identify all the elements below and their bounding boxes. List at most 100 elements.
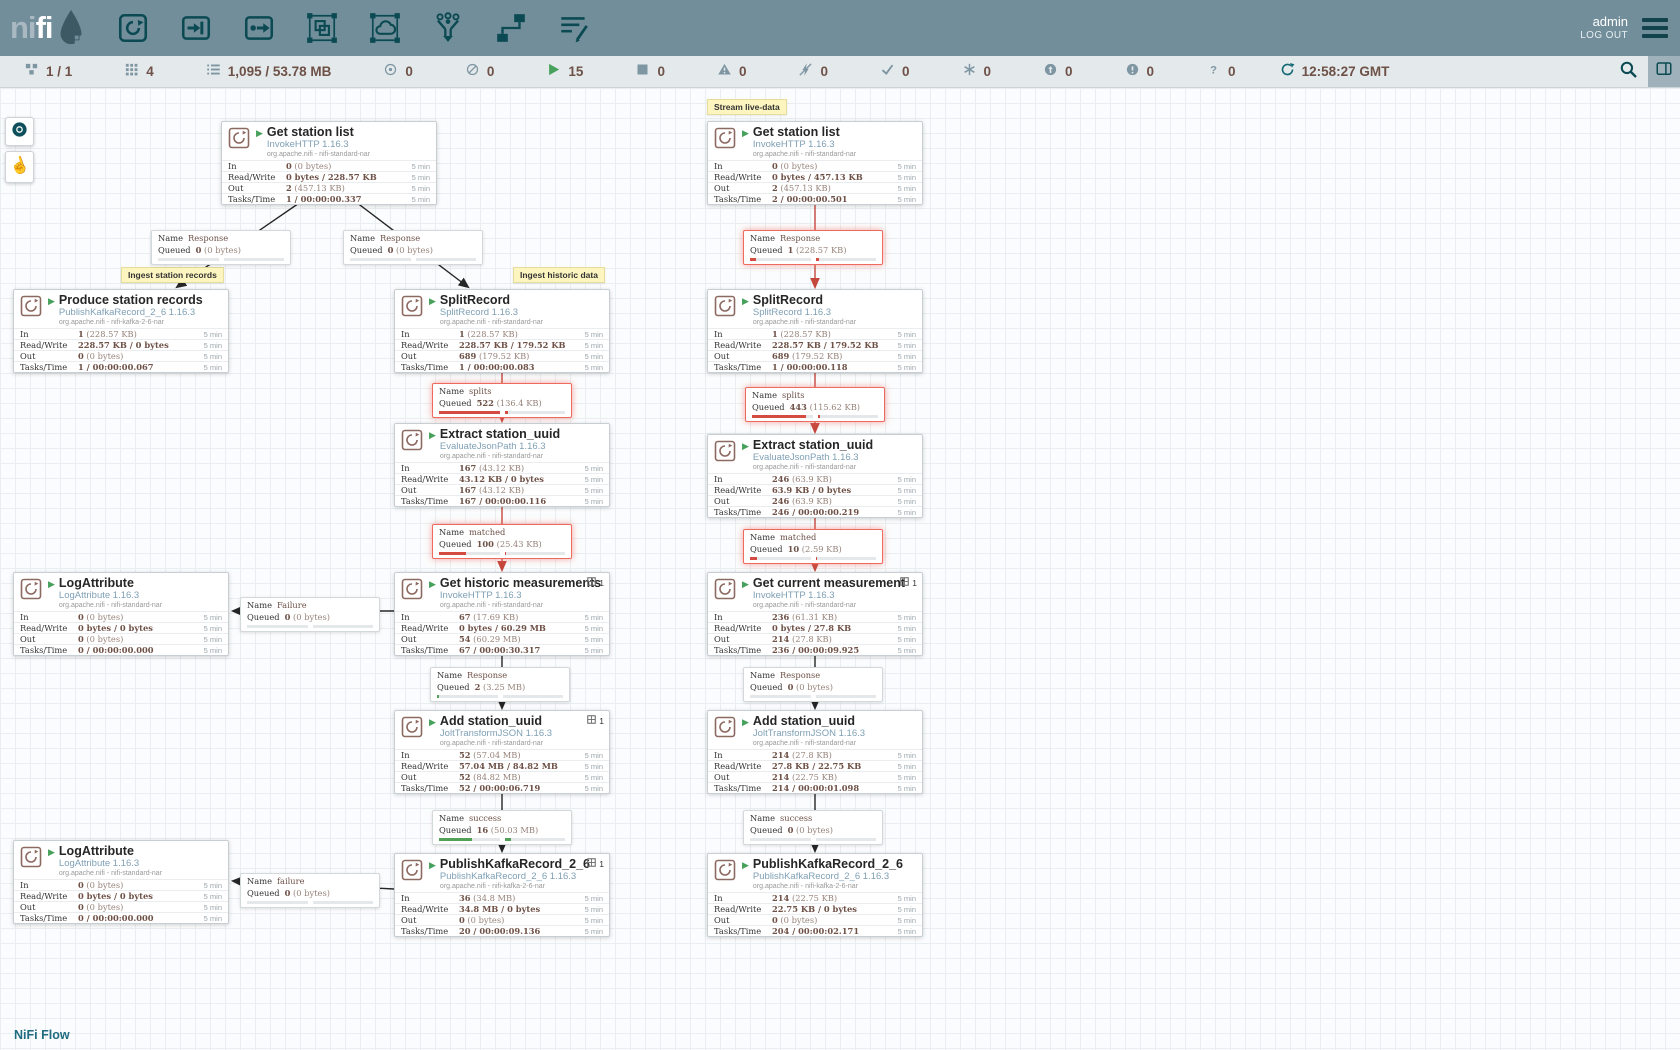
processor-extract-station-uuid[interactable]: ▶ Extract station_uuid EvaluateJsonPath … xyxy=(707,434,923,518)
funnel-tool-icon[interactable] xyxy=(431,11,465,45)
stat-row-out: Out 214 (22.75 KB) 5 min xyxy=(708,771,922,782)
connection-failure-12[interactable]: Namefailure Queued0 (0 bytes) xyxy=(240,873,380,908)
processor-publishkafkarecord-2-6[interactable]: ▶ PublishKafkaRecord_2_6 PublishKafkaRec… xyxy=(394,853,610,937)
processor-add-station-uuid[interactable]: ▶ Add station_uuid JoltTransformJSON 1.1… xyxy=(394,710,610,794)
status-up-to-date: 0 xyxy=(880,62,910,82)
processor-extract-station-uuid[interactable]: ▶ Extract station_uuid EvaluateJsonPath … xyxy=(394,423,610,507)
connection-matched-6[interactable]: Namematched Queued10 (2.59 KB) xyxy=(743,529,883,564)
processor-name: Extract station_uuid xyxy=(440,428,560,441)
stat-row-read-write: Read/Write 57.04 MB / 84.82 MB 5 min xyxy=(395,760,609,771)
status-locally-modified-stale: 0 xyxy=(1125,62,1155,82)
stat-row-tasks-time: Tasks/Time 1 / 00:00:00.067 5 min xyxy=(14,361,228,372)
processor-publishkafkarecord-2-6[interactable]: ▶ PublishKafkaRecord_2_6 PublishKafkaRec… xyxy=(707,853,923,937)
stat-row-read-write: Read/Write 228.57 KB / 179.52 KB 5 min xyxy=(708,339,922,350)
processor-produce-station-records[interactable]: ▶ Produce station records PublishKafkaRe… xyxy=(13,289,229,373)
output-port-tool-icon[interactable] xyxy=(242,11,276,45)
queue-progress xyxy=(744,693,882,701)
stat-row-read-write: Read/Write 0 bytes / 27.8 KB 5 min xyxy=(708,622,922,633)
stat-row-read-write: Read/Write 228.57 KB / 0 bytes 5 min xyxy=(14,339,228,350)
logo-text-fi: fi xyxy=(36,10,53,46)
processor-get-station-list[interactable]: ▶ Get station list InvokeHTTP 1.16.3 org… xyxy=(221,121,437,205)
operate-hand-button[interactable]: ☝ xyxy=(5,151,34,183)
stat-row-tasks-time: Tasks/Time 214 / 00:00:01.098 5 min xyxy=(708,782,922,793)
processor-logattribute[interactable]: ▶ LogAttribute LogAttribute 1.16.3 org.a… xyxy=(13,840,229,924)
processor-name: Get current measurement xyxy=(753,577,905,590)
stat-row-out: Out 0 (0 bytes) 5 min xyxy=(14,901,228,912)
processor-get-station-list[interactable]: ▶ Get station list InvokeHTTP 1.16.3 org… xyxy=(707,121,923,205)
connection-success-10[interactable]: Namesuccess Queued16 (50.03 MB) xyxy=(432,810,572,845)
stat-row-read-write: Read/Write 43.12 KB / 0 bytes 5 min xyxy=(395,473,609,484)
processor-type-icon xyxy=(713,439,737,463)
running-status-icon: ▶ xyxy=(48,297,55,324)
stat-row-out: Out 0 (0 bytes) 5 min xyxy=(395,914,609,925)
template-tool-icon[interactable] xyxy=(494,11,528,45)
connection-success-11[interactable]: Namesuccess Queued0 (0 bytes) xyxy=(743,810,883,845)
processor-add-station-uuid[interactable]: ▶ Add station_uuid JoltTransformJSON 1.1… xyxy=(707,710,923,794)
connection-splits-4[interactable]: Namesplits Queued443 (115.62 KB) xyxy=(745,387,885,422)
stat-row-in: In 0 (0 bytes) 5 min xyxy=(14,879,228,890)
processor-type: LogAttribute 1.16.3 xyxy=(59,859,162,869)
processor-logattribute[interactable]: ▶ LogAttribute LogAttribute 1.16.3 org.a… xyxy=(13,572,229,656)
label-tool-icon[interactable] xyxy=(557,11,591,45)
cluster-icon xyxy=(24,62,39,82)
navigate-palette-button[interactable] xyxy=(5,117,34,146)
input-port-tool-icon[interactable] xyxy=(179,11,213,45)
queue-progress xyxy=(744,256,882,264)
processor-type: InvokeHTTP 1.16.3 xyxy=(753,591,905,601)
processor-get-historic-measurements[interactable]: ▶ Get historic measurements InvokeHTTP 1… xyxy=(394,572,610,656)
connection-matched-5[interactable]: Namematched Queued100 (25.43 KB) xyxy=(432,524,572,559)
current-user: admin xyxy=(1580,14,1628,30)
sync-failure-icon: ? xyxy=(1206,62,1221,82)
processor-bundle: org.apache.nifi - nifi-kafka-2-6-nar xyxy=(753,883,903,890)
active-threads-badge: 1 xyxy=(587,577,604,588)
running-status-icon: ▶ xyxy=(429,718,436,745)
connection-response-8[interactable]: NameResponse Queued2 (3.25 MB) xyxy=(430,667,570,702)
settings-panel-button[interactable] xyxy=(1648,56,1680,87)
running-status-icon: ▶ xyxy=(742,129,749,156)
connection-response-1[interactable]: NameResponse Queued0 (0 bytes) xyxy=(343,230,483,265)
connection-splits-3[interactable]: Namesplits Queued522 (136.4 KB) xyxy=(432,383,572,418)
logout-link[interactable]: LOG OUT xyxy=(1580,30,1628,43)
processor-splitrecord[interactable]: ▶ SplitRecord SplitRecord 1.16.3 org.apa… xyxy=(394,289,610,373)
connection-response-9[interactable]: NameResponse Queued0 (0 bytes) xyxy=(743,667,883,702)
flow-canvas[interactable]: ☝ NiFi Flow Stream live-data Ingest stati… xyxy=(0,88,1680,1050)
processor-splitrecord[interactable]: ▶ SplitRecord SplitRecord 1.16.3 org.apa… xyxy=(707,289,923,373)
nifi-droplet-icon xyxy=(56,9,86,47)
search-button[interactable] xyxy=(1608,56,1648,87)
processor-type: SplitRecord 1.16.3 xyxy=(440,308,543,318)
invalid-icon xyxy=(717,62,732,82)
processor-name: SplitRecord xyxy=(440,294,543,307)
status-stale: 0 xyxy=(1043,62,1073,82)
refresh-icon[interactable] xyxy=(1280,62,1295,82)
connection-response-2[interactable]: NameResponse Queued1 (228.57 KB) xyxy=(743,230,883,265)
connection-failure-7[interactable]: NameFailure Queued0 (0 bytes) xyxy=(240,597,380,632)
processor-get-current-measurement[interactable]: ▶ Get current measurement InvokeHTTP 1.1… xyxy=(707,572,923,656)
global-menu-button[interactable] xyxy=(1642,18,1668,38)
connection-response-0[interactable]: NameResponse Queued0 (0 bytes) xyxy=(151,230,291,265)
processor-name: LogAttribute xyxy=(59,845,162,858)
process-group-tool-icon[interactable] xyxy=(305,11,339,45)
stat-row-tasks-time: Tasks/Time 67 / 00:00:30.317 5 min xyxy=(395,644,609,655)
processor-type: PublishKafkaRecord_2_6 1.16.3 xyxy=(440,872,590,882)
processor-bundle: org.apache.nifi - nifi-standard-nar xyxy=(59,870,162,877)
stat-row-read-write: Read/Write 0 bytes / 60.29 MB 5 min xyxy=(395,622,609,633)
threads-icon xyxy=(587,577,596,588)
status-not-transmitting: 0 xyxy=(465,62,495,82)
status-bar: 1 / 141,095 / 53.78 MB00150000000?0 12:5… xyxy=(0,56,1680,88)
stat-row-in: In 1 (228.57 KB) 5 min xyxy=(708,328,922,339)
stat-row-tasks-time: Tasks/Time 52 / 00:00:06.719 5 min xyxy=(395,782,609,793)
processor-tool-icon[interactable] xyxy=(116,11,150,45)
stat-row-read-write: Read/Write 27.8 KB / 22.75 KB 5 min xyxy=(708,760,922,771)
stat-row-out: Out 689 (179.52 KB) 5 min xyxy=(395,350,609,361)
up-to-date-icon xyxy=(880,62,895,82)
stat-row-out: Out 52 (84.82 MB) 5 min xyxy=(395,771,609,782)
label-ingest-station-records[interactable]: Ingest station records xyxy=(121,267,224,283)
label-stream-live-data[interactable]: Stream live-data xyxy=(707,99,787,115)
processor-bundle: org.apache.nifi - nifi-standard-nar xyxy=(440,453,560,460)
label-ingest-historic-data[interactable]: Ingest historic data xyxy=(513,267,605,283)
nifi-logo: nifi xyxy=(10,9,86,47)
processor-type-icon xyxy=(400,715,424,739)
breadcrumb[interactable]: NiFi Flow xyxy=(14,1028,70,1042)
running-status-icon: ▶ xyxy=(256,129,263,156)
remote-process-group-tool-icon[interactable] xyxy=(368,11,402,45)
